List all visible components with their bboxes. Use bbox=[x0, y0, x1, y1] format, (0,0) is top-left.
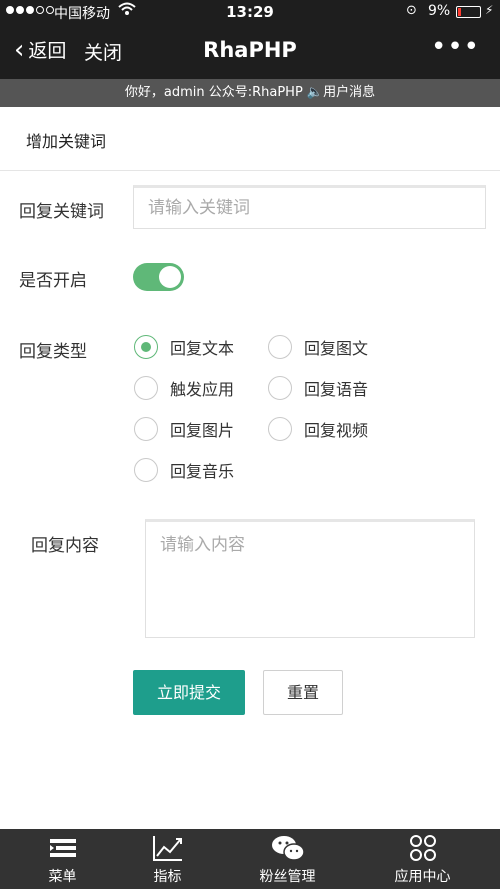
radio-circle bbox=[134, 335, 158, 359]
tab-bar: 菜单 指标 粉丝管理 应用中心 bbox=[0, 829, 500, 889]
content-placeholder: 请输入内容 bbox=[160, 535, 245, 555]
keyword-input[interactable]: 请输入关键词 bbox=[133, 185, 486, 229]
radio-circle bbox=[268, 335, 292, 359]
divider bbox=[0, 170, 500, 171]
radio-reply-text[interactable]: 回复文本 bbox=[134, 335, 234, 359]
section-title: 增加关键词 bbox=[26, 132, 107, 151]
radio-label: 回复语音 bbox=[304, 380, 369, 399]
enable-label: 是否开启 bbox=[19, 271, 87, 291]
radio-reply-news[interactable]: 回复图文 bbox=[268, 335, 368, 359]
charging-icon: ⚡ bbox=[485, 3, 494, 17]
radio-reply-music[interactable]: 回复音乐 bbox=[134, 458, 234, 482]
keyword-label: 回复关键词 bbox=[19, 202, 104, 222]
enable-toggle[interactable] bbox=[133, 263, 184, 291]
radio-circle bbox=[134, 376, 158, 400]
more-icon[interactable]: ••• bbox=[431, 32, 480, 62]
battery-icon bbox=[456, 6, 481, 18]
radio-label: 回复图片 bbox=[170, 421, 235, 440]
radio-label: 触发应用 bbox=[170, 380, 235, 399]
radio-circle bbox=[268, 376, 292, 400]
content-textarea[interactable]: 请输入内容 bbox=[145, 519, 475, 638]
page-title: RhaPHP bbox=[203, 38, 297, 62]
reset-button[interactable]: 重置 bbox=[263, 670, 343, 715]
radio-circle bbox=[134, 458, 158, 482]
tab-apps[interactable]: 应用中心 bbox=[360, 829, 485, 889]
radio-label: 回复音乐 bbox=[170, 462, 235, 481]
toggle-knob bbox=[159, 266, 181, 288]
status-time: 13:29 bbox=[226, 3, 274, 21]
radio-reply-image[interactable]: 回复图片 bbox=[134, 417, 234, 441]
tab-label: 应用中心 bbox=[394, 869, 451, 885]
orientation-lock-icon: ⊙ bbox=[406, 3, 417, 18]
content-label: 回复内容 bbox=[31, 536, 99, 556]
tab-label: 指标 bbox=[153, 869, 182, 885]
radio-label: 回复视频 bbox=[304, 421, 369, 440]
type-label: 回复类型 bbox=[19, 342, 87, 362]
keyword-placeholder: 请输入关键词 bbox=[148, 198, 250, 218]
radio-label: 回复文本 bbox=[170, 339, 235, 358]
tab-label: 粉丝管理 bbox=[259, 869, 316, 885]
notice-bar: 你好，admin 公众号:RhaPHP 🔈用户消息 bbox=[0, 79, 500, 107]
chart-icon bbox=[105, 834, 230, 864]
battery-percent: 9% bbox=[428, 3, 451, 19]
nav-bar: ‹ 返回 关闭 RhaPHP ••• bbox=[0, 26, 500, 79]
top-bar: 中国移动 13:29 ⊙ 9% ⚡ ‹ 返回 关闭 RhaPHP ••• bbox=[0, 0, 500, 79]
radio-reply-video[interactable]: 回复视频 bbox=[268, 417, 368, 441]
submit-button[interactable]: 立即提交 bbox=[133, 670, 245, 715]
tab-fans[interactable]: 粉丝管理 bbox=[225, 829, 350, 889]
radio-circle bbox=[134, 417, 158, 441]
tab-metrics[interactable]: 指标 bbox=[105, 829, 230, 889]
status-bar: 中国移动 13:29 ⊙ 9% ⚡ bbox=[0, 0, 500, 26]
apps-icon bbox=[360, 834, 485, 864]
wechat-icon bbox=[225, 834, 350, 864]
radio-trigger-app[interactable]: 触发应用 bbox=[134, 376, 234, 400]
radio-circle bbox=[268, 417, 292, 441]
radio-label: 回复图文 bbox=[304, 339, 369, 358]
radio-reply-voice[interactable]: 回复语音 bbox=[268, 376, 368, 400]
